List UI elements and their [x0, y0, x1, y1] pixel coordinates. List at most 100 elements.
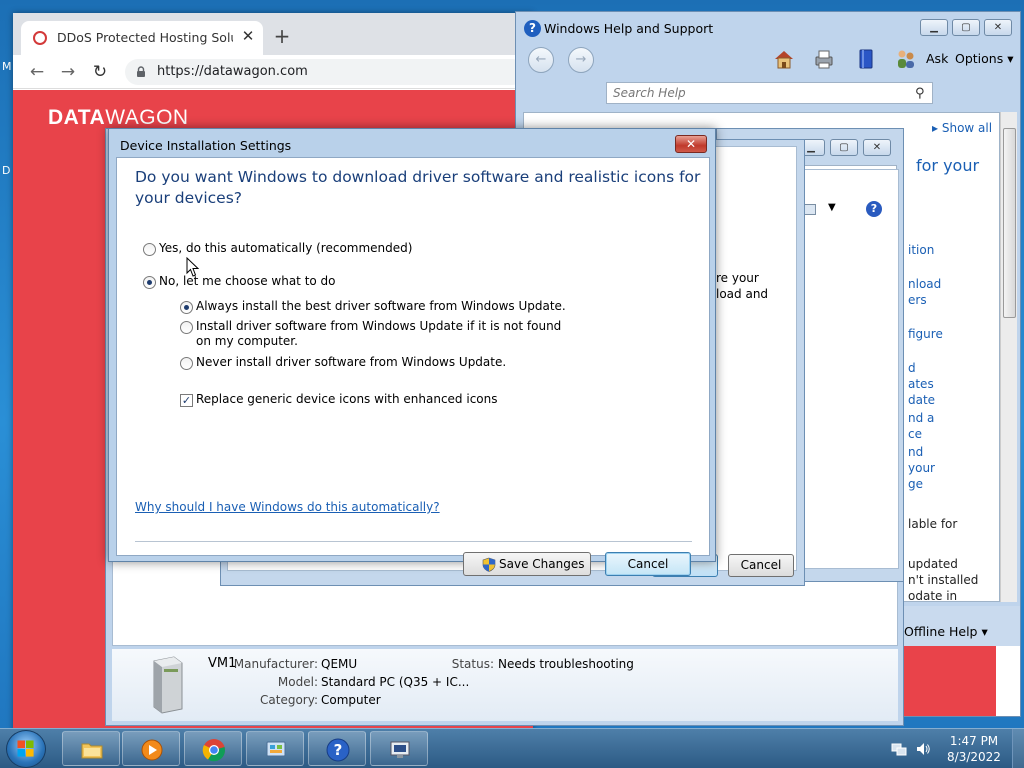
status-label: Status:	[451, 657, 494, 671]
chrome-icon	[202, 739, 226, 762]
chevron-down-icon[interactable]: ▼	[828, 202, 836, 213]
clock-date[interactable]: 8/3/2022	[944, 750, 1004, 764]
computer-tower-icon	[153, 656, 183, 714]
folder-icon	[81, 743, 103, 759]
scrollbar[interactable]	[996, 646, 1020, 716]
print-icon[interactable]	[812, 47, 836, 71]
maximize-button[interactable]: ▢	[952, 19, 980, 36]
control-panel-icon	[266, 741, 286, 757]
help-search-input[interactable]: Search Help ⚲	[606, 82, 933, 104]
volume-icon[interactable]	[915, 741, 931, 757]
why-automatic-link[interactable]: Why should I have Windows do this automa…	[135, 500, 440, 514]
checkbox-replace-icons-label[interactable]: Replace generic device icons with enhanc…	[196, 392, 498, 407]
offline-help-menu[interactable]: Offline Help ▾	[904, 624, 988, 639]
help-link[interactable]: figure	[908, 327, 943, 341]
maximize-button[interactable]: ▢	[830, 139, 858, 156]
radio-never-install-label[interactable]: Never install driver software from Windo…	[196, 355, 506, 370]
scrollbar-thumb[interactable]	[1003, 128, 1016, 318]
category-value: Computer	[321, 693, 381, 707]
home-icon[interactable]	[772, 47, 796, 71]
radio-install-if-not-found-label[interactable]: Install driver software from Windows Upd…	[196, 319, 568, 349]
browser-toolbar: ← → ↻ https://datawagon.com	[13, 55, 533, 89]
minimize-button[interactable]: ▁	[920, 19, 948, 36]
help-link[interactable]: ce	[908, 427, 922, 441]
taskbar-help[interactable]: ?	[308, 731, 366, 766]
manufacturer-label: Manufacturer:	[233, 657, 318, 671]
reload-icon[interactable]: ↻	[88, 60, 112, 84]
help-link[interactable]: nload	[908, 277, 941, 291]
start-button[interactable]	[6, 730, 46, 768]
help-question-icon: ?	[524, 20, 541, 37]
site-logo[interactable]: DATAWAGON	[48, 106, 189, 130]
tab-title: DDoS Protected Hosting Solutio	[57, 30, 233, 45]
new-tab-icon[interactable]: +	[271, 25, 293, 47]
taskbar-device-window[interactable]	[370, 731, 428, 766]
scrollbar[interactable]	[1000, 112, 1017, 602]
close-button[interactable]: ✕	[984, 19, 1012, 36]
help-question-icon[interactable]: ?	[866, 201, 882, 217]
show-desktop-button[interactable]	[1012, 729, 1024, 768]
url-text: https://datawagon.com	[157, 64, 308, 79]
radio-never-install[interactable]	[180, 357, 193, 370]
options-label: Options	[955, 51, 1004, 66]
site-favicon-icon	[33, 31, 47, 45]
show-all-link[interactable]: ▸ Show all	[932, 121, 992, 135]
help-link[interactable]: nd	[908, 445, 923, 459]
partial-text: load and	[716, 287, 769, 301]
cancel-button[interactable]: Cancel	[728, 554, 794, 577]
browse-help-icon[interactable]	[854, 47, 878, 71]
search-icon[interactable]: ⚲	[915, 86, 925, 101]
radio-manual[interactable]	[143, 276, 156, 289]
ask-people-icon[interactable]	[894, 47, 918, 71]
divider	[135, 541, 692, 542]
radio-install-if-not-found[interactable]	[180, 321, 193, 334]
checkbox-replace-icons[interactable]: ✓	[180, 394, 193, 407]
browser-tab[interactable]: DDoS Protected Hosting Solutio ✕	[21, 21, 263, 55]
mouse-cursor-icon	[186, 257, 200, 277]
help-link[interactable]: ition	[908, 243, 934, 257]
back-arrow-icon[interactable]: ←	[528, 47, 554, 73]
close-button[interactable]: ✕	[675, 135, 707, 153]
category-label: Category:	[260, 693, 318, 707]
forward-arrow-icon[interactable]: →	[568, 47, 594, 73]
options-menu[interactable]: Options ▾	[955, 51, 1014, 66]
help-link[interactable]: ers	[908, 293, 927, 307]
radio-always-install-label[interactable]: Always install the best driver software …	[196, 299, 566, 314]
taskbar-media-player[interactable]	[122, 731, 180, 766]
radio-always-install[interactable]	[180, 301, 193, 314]
radio-auto-label[interactable]: Yes, do this automatically (recommended)	[159, 241, 412, 256]
site-logo-bold: DATA	[48, 106, 106, 129]
device-details-pane: VM1 Manufacturer: QEMU Model: Standard P…	[112, 649, 898, 721]
browser-tab-strip: DDoS Protected Hosting Solutio ✕ +	[13, 13, 533, 55]
taskbar-explorer[interactable]	[62, 731, 120, 766]
partial-text: re your	[716, 271, 759, 285]
forward-arrow-icon[interactable]: →	[56, 60, 80, 84]
tab-close-icon[interactable]: ✕	[239, 27, 257, 45]
help-link[interactable]: nd a	[908, 411, 934, 425]
address-bar[interactable]: https://datawagon.com	[125, 59, 525, 85]
help-text: updated	[908, 557, 958, 571]
offline-help-label: Offline Help	[904, 624, 978, 639]
close-button[interactable]: ✕	[863, 139, 891, 156]
help-link[interactable]: date	[908, 393, 935, 407]
chevron-down-icon: ▾	[981, 624, 988, 639]
model-value: Standard PC (Q35 + IC...	[321, 675, 470, 689]
help-link[interactable]: ates	[908, 377, 934, 391]
help-heading: for your	[916, 156, 980, 175]
desktop-icon-label: M	[2, 60, 12, 73]
ask-menu[interactable]: Ask	[926, 51, 948, 66]
help-link[interactable]: ge	[908, 477, 923, 491]
manufacturer-value: QEMU	[321, 657, 358, 671]
taskbar-chrome[interactable]	[184, 731, 242, 766]
back-arrow-icon[interactable]: ←	[25, 60, 49, 84]
clock-time[interactable]: 1:47 PM	[944, 734, 1004, 748]
network-icon[interactable]	[891, 741, 907, 757]
help-link[interactable]: d	[908, 361, 916, 375]
help-link[interactable]: your	[908, 461, 935, 475]
save-changes-button[interactable]: Save Changes	[463, 552, 591, 576]
taskbar-control-panel[interactable]	[246, 731, 304, 766]
help-icon: ?	[326, 738, 350, 762]
help-text: n't installed	[908, 573, 979, 587]
cancel-button[interactable]: Cancel	[605, 552, 691, 576]
radio-auto[interactable]	[143, 243, 156, 256]
